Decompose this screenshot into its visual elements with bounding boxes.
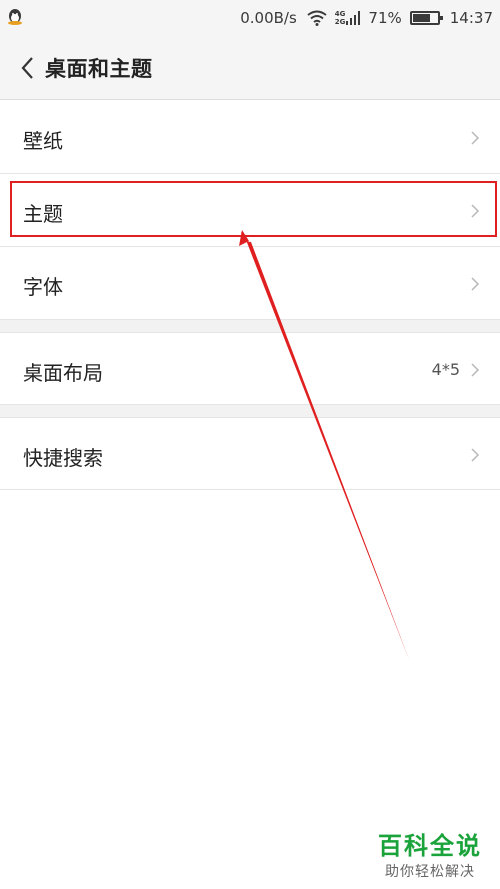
network-type: 4G 2G [335,10,346,26]
wifi-icon [307,10,327,26]
section-divider [0,320,500,332]
list-item-label: 桌面布局 [23,361,103,385]
clock: 14:37 [449,9,493,27]
desktop-layout-value: 4*5 [431,360,460,379]
battery-nub [439,16,443,20]
battery-percent: 71% [368,9,402,27]
screen: 0.00B/s 4G 2G 71% 14:37 桌面和主题 壁纸 主题 字体 桌… [0,0,500,889]
chevron-right-icon [471,363,480,377]
chevron-left-icon[interactable] [16,54,40,82]
signal-icon [346,11,361,25]
list-item-wallpaper[interactable]: 壁纸 [0,101,500,174]
list-item-theme[interactable]: 主题 [0,174,500,247]
watermark-brand: 百科全说 [378,832,482,860]
page-title: 桌面和主题 [45,57,153,81]
status-bar: 0.00B/s 4G 2G 71% 14:37 [0,0,500,36]
chevron-right-icon [471,448,480,462]
network-type-top: 4G [334,10,346,18]
status-right: 0.00B/s 4G 2G 71% 14:37 [232,0,493,36]
header: 桌面和主题 [0,36,500,100]
network-type-bottom: 2G [334,18,346,26]
qq-icon [8,9,22,25]
chevron-right-icon [471,277,480,291]
chevron-right-icon [471,131,480,145]
net-speed: 0.00B/s [240,9,297,27]
list-item-label: 壁纸 [23,129,63,153]
chevron-right-icon [471,204,480,218]
list-item-quick-search[interactable]: 快捷搜索 [0,417,500,490]
battery-fill [412,14,430,22]
list-item-desktop-layout[interactable]: 桌面布局 4*5 [0,332,500,405]
section-divider [0,405,500,417]
watermark-logo: 百科全说 助你轻松解决 [378,826,482,881]
list-item-label: 快捷搜索 [23,446,103,470]
battery-icon [409,11,443,25]
watermark-tagline: 助你轻松解决 [385,864,475,880]
list-item-label: 字体 [23,275,63,299]
list-item-label: 主题 [23,202,63,226]
list-item-font[interactable]: 字体 [0,247,500,320]
